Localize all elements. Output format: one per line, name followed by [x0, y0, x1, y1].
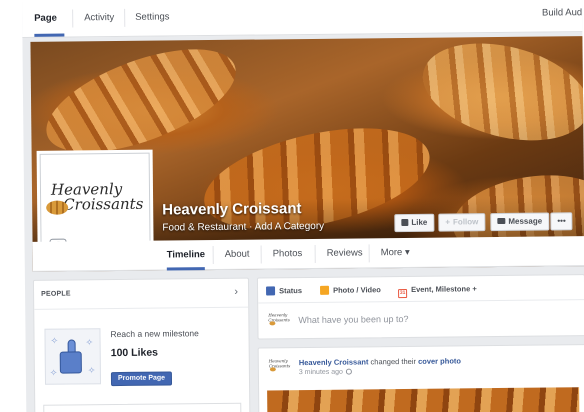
thumbs-up-icon — [59, 339, 82, 374]
post-headline: Heavenly Croissant changed their cover p… — [299, 356, 461, 367]
status-icon — [266, 286, 276, 296]
milestone-count: 100 Likes — [110, 346, 159, 360]
milestone-title: Reach a new milestone — [110, 328, 199, 340]
sparkle-icon: ✧ — [87, 365, 96, 376]
sparkle-icon: ✧ — [50, 335, 59, 346]
sparkle-icon: ✧ — [49, 367, 58, 378]
sparkle-icon: ✧ — [85, 337, 94, 348]
follow-label: Follow — [452, 217, 479, 227]
thumb-palm — [59, 351, 82, 374]
composer-tab-photo-video[interactable]: Photo / Video — [320, 285, 381, 295]
divider — [72, 9, 74, 28]
admin-tab-page[interactable]: Page — [34, 13, 57, 24]
nav-photos[interactable]: Photos — [273, 248, 303, 259]
cover-photo-link[interactable]: cover photo — [418, 356, 461, 365]
globe-icon — [345, 368, 352, 375]
active-nav-indicator — [166, 267, 205, 271]
post-time-label: 3 minutes ago — [298, 368, 343, 377]
post-timestamp[interactable]: 3 minutes ago — [298, 368, 352, 377]
divider — [314, 244, 316, 263]
logo-line-2: Croissants — [63, 194, 144, 214]
post-composer: Status Photo / Video 31 Event, Milestone … — [256, 274, 584, 340]
follow-button[interactable]: + Follow — [438, 213, 486, 232]
status-label: Status — [279, 286, 303, 296]
divider — [368, 244, 370, 263]
screenshot-frame: Page Activity Settings Build Aud Heavenl… — [0, 0, 584, 412]
avatar: Heavenly Croissants — [269, 358, 290, 374]
page-nav-bar: Timeline About Photos Reviews More ▾ — [32, 236, 584, 272]
croissant-image — [412, 36, 584, 157]
message-label: Message — [508, 216, 543, 226]
divider — [258, 299, 584, 304]
chevron-right-icon[interactable]: › — [234, 286, 238, 298]
post-author-link[interactable]: Heavenly Croissant — [299, 357, 369, 367]
facebook-page: Page Activity Settings Build Aud Heavenl… — [22, 0, 584, 412]
divider — [124, 8, 126, 27]
people-card: PEOPLE › ✧ ✧ ✧ ✧ Reach a new milestone 1… — [32, 277, 251, 412]
page-category[interactable]: Food & Restaurant · Add A Category — [162, 221, 324, 234]
divider — [34, 306, 249, 310]
message-button[interactable]: Message — [490, 212, 550, 232]
event-label: Event, Milestone + — [411, 284, 477, 294]
composer-tab-status[interactable]: Status — [266, 286, 303, 296]
message-icon — [497, 217, 506, 225]
milestone-illustration: ✧ ✧ ✧ ✧ — [44, 328, 102, 385]
divider — [212, 246, 214, 265]
admin-tab-bar: Page Activity Settings Build Aud — [22, 0, 583, 38]
photo-icon — [320, 285, 330, 295]
nav-about[interactable]: About — [225, 249, 250, 260]
calendar-icon: 31 — [398, 288, 408, 299]
composer-tab-event[interactable]: 31 Event, Milestone + — [398, 284, 477, 299]
active-tab-indicator — [34, 33, 65, 37]
feed-post: Heavenly Croissants Heavenly Croissant c… — [257, 344, 584, 412]
thumbs-up-icon — [401, 218, 409, 227]
divider — [260, 245, 262, 264]
photo-video-label: Photo / Video — [333, 285, 381, 295]
nav-more[interactable]: More ▾ — [381, 247, 410, 258]
admin-tab-activity[interactable]: Activity — [84, 12, 114, 23]
people-heading: PEOPLE — [41, 290, 71, 298]
page-title: Heavenly Croissant — [162, 200, 302, 219]
like-button[interactable]: Like — [394, 213, 435, 233]
like-label: Like — [411, 217, 428, 227]
nav-reviews[interactable]: Reviews — [327, 247, 363, 258]
promote-page-button[interactable]: Promote Page — [110, 371, 173, 387]
post-action-text: changed their — [368, 356, 419, 367]
admin-tab-settings[interactable]: Settings — [135, 11, 169, 22]
build-audience-button[interactable]: Build Aud — [542, 7, 582, 18]
invite-friends-box[interactable] — [43, 402, 242, 412]
composer-input[interactable]: What have you been up to? — [298, 314, 408, 325]
post-image[interactable] — [267, 387, 580, 412]
more-options-button[interactable]: ••• — [550, 212, 573, 231]
nav-timeline[interactable]: Timeline — [167, 249, 205, 260]
avatar: Heavenly Croissants — [268, 312, 290, 329]
plus-icon: + — [445, 217, 451, 227]
